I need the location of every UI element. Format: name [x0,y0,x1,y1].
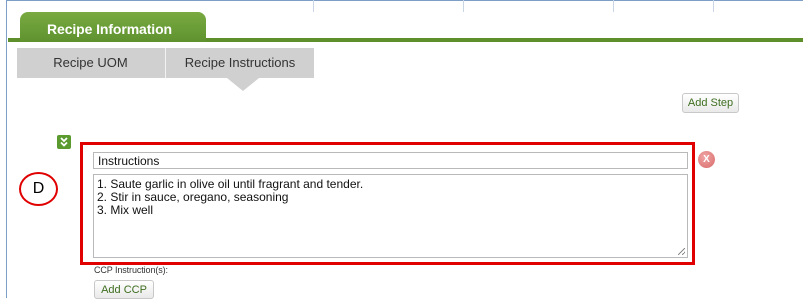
double-chevron-down-icon[interactable] [57,135,71,149]
column-guide [713,0,714,12]
callout-marker: D [19,172,58,206]
instruction-line: 2. Stir in sauce, oregano, seasoning [97,190,289,204]
add-step-button[interactable]: Add Step [682,93,739,113]
step-title-input[interactable] [93,152,688,169]
resize-grip-icon[interactable] [678,248,685,255]
column-guide [313,0,314,12]
add-ccp-button[interactable]: Add CCP [94,280,154,299]
column-guide [613,0,614,12]
active-subtab-pointer [227,78,259,91]
subtab-recipe-instructions[interactable]: Recipe Instructions [165,48,314,78]
ccp-instructions-label: CCP Instruction(s): [94,265,168,275]
step-instructions-textarea[interactable]: 1. Saute garlic in olive oil until fragr… [93,174,688,258]
column-guide [463,0,464,12]
instruction-line: 3. Mix well [97,203,154,217]
tab-recipe-information[interactable]: Recipe Information [20,12,206,42]
subtab-recipe-uom[interactable]: Recipe UOM [17,48,164,78]
close-circle-icon[interactable]: X [698,151,715,168]
